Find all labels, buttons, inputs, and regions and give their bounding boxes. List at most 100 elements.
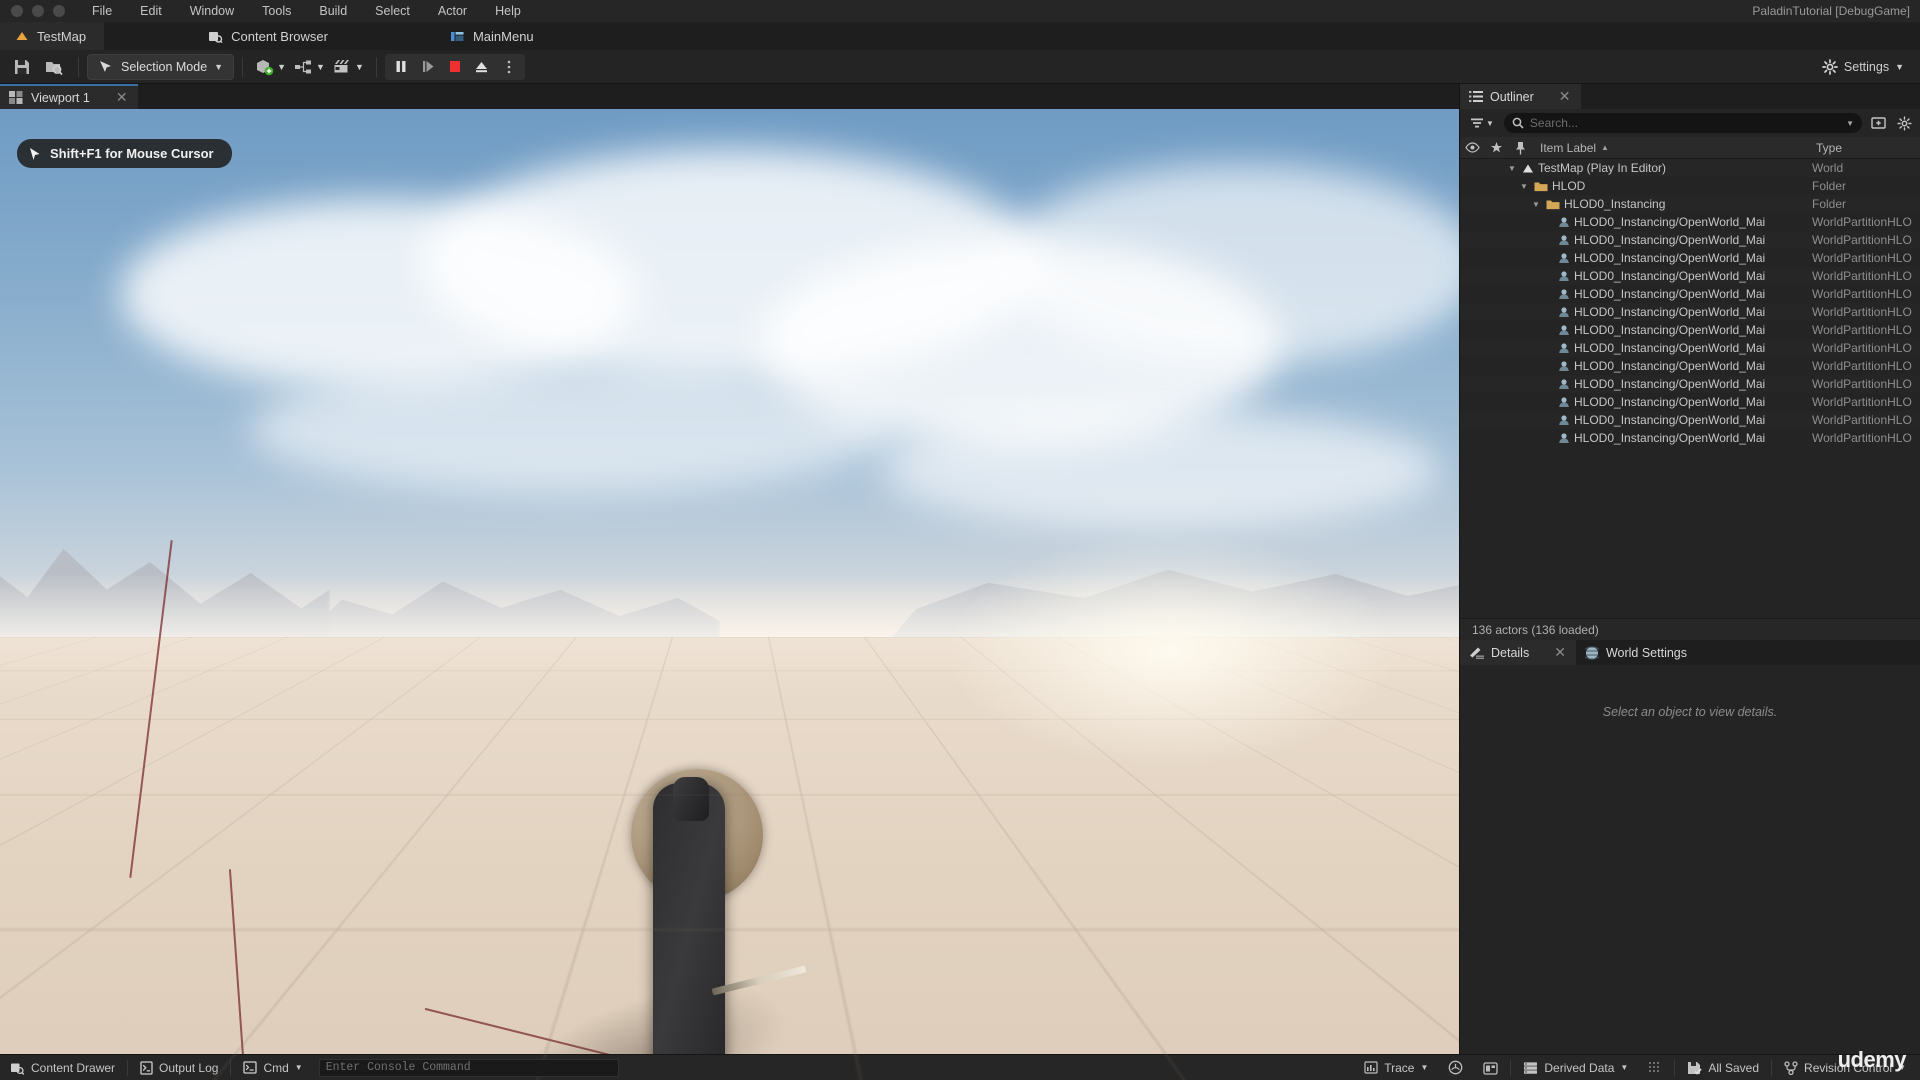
- expand-arrow-icon[interactable]: ▼: [1532, 200, 1542, 209]
- chevron-down-icon: ▼: [316, 61, 325, 72]
- more-play-options-button[interactable]: [496, 55, 522, 79]
- cinematics-button[interactable]: ▼: [329, 53, 368, 81]
- chevron-down-icon: ▼: [294, 1063, 303, 1072]
- outliner-row[interactable]: ▼ HLOD Folder: [1460, 177, 1920, 195]
- outliner-row[interactable]: HLOD0_Instancing/OpenWorld_Mai WorldParti…: [1460, 267, 1920, 285]
- tab-outliner[interactable]: Outliner ✕: [1460, 84, 1581, 109]
- cmd-button[interactable]: Cmd ▼: [233, 1057, 312, 1079]
- menu-item-build[interactable]: Build: [305, 0, 361, 22]
- outliner-row-type: WorldPartitionHLO: [1812, 269, 1912, 283]
- browse-button[interactable]: [38, 53, 70, 81]
- window-tab-testmap[interactable]: TestMap: [0, 22, 105, 50]
- search-input[interactable]: [1529, 116, 1841, 130]
- item-label-column[interactable]: Item Label ▲: [1532, 137, 1810, 158]
- outliner-search-box[interactable]: ▼: [1503, 113, 1862, 133]
- cmd-label: Cmd: [263, 1060, 289, 1075]
- outliner-settings-button[interactable]: [1894, 113, 1914, 133]
- tab-world-settings[interactable]: World Settings: [1576, 640, 1697, 665]
- main-area: Viewport 1 ✕ Shift+F1 for Mouse Cursor O…: [0, 84, 1920, 1080]
- level-viewport[interactable]: Shift+F1 for Mouse Cursor: [0, 109, 1459, 1080]
- favorite-column-icon[interactable]: [1484, 137, 1508, 158]
- pause-button[interactable]: [388, 55, 414, 79]
- outliner-row[interactable]: HLOD0_Instancing/OpenWorld_Mai WorldParti…: [1460, 375, 1920, 393]
- menu-item-tools[interactable]: Tools: [248, 0, 305, 22]
- window-controls[interactable]: [0, 5, 78, 17]
- outliner-row[interactable]: HLOD0_Instancing/OpenWorld_Mai WorldParti…: [1460, 393, 1920, 411]
- menu-item-help[interactable]: Help: [481, 0, 535, 22]
- outliner-row[interactable]: HLOD0_Instancing/OpenWorld_Mai WorldParti…: [1460, 303, 1920, 321]
- tab-viewport-1[interactable]: Viewport 1 ✕: [0, 84, 138, 109]
- selection-mode-button[interactable]: Selection Mode ▼: [87, 53, 235, 80]
- gear-icon: [1822, 58, 1838, 75]
- window-tab-content-browser[interactable]: Content Browser: [194, 22, 346, 50]
- revision-control-icon: [1784, 1060, 1798, 1075]
- outliner-row-type: Folder: [1812, 179, 1847, 193]
- maximize-window-icon[interactable]: [53, 5, 65, 17]
- visibility-column-icon[interactable]: [1460, 137, 1484, 158]
- outliner-row[interactable]: HLOD0_Instancing/OpenWorld_Mai WorldParti…: [1460, 339, 1920, 357]
- output-log-button[interactable]: Output Log: [130, 1057, 228, 1079]
- eject-button[interactable]: [469, 55, 495, 79]
- actor-icon: [1558, 270, 1570, 282]
- performance-button[interactable]: [1438, 1057, 1473, 1079]
- close-window-icon[interactable]: [11, 5, 23, 17]
- grid-indicator[interactable]: [1638, 1057, 1672, 1079]
- menu-item-actor[interactable]: Actor: [424, 0, 481, 22]
- viewport-tab-row: Viewport 1 ✕: [0, 84, 1459, 109]
- player-character: [481, 759, 809, 1080]
- chevron-down-icon: ▼: [1895, 61, 1904, 72]
- add-actor-button[interactable]: ▼: [251, 53, 290, 81]
- tab-details[interactable]: Details ✕: [1460, 640, 1576, 665]
- trace-button[interactable]: Trace ▼: [1354, 1057, 1438, 1079]
- outliner-row[interactable]: HLOD0_Instancing/OpenWorld_Mai WorldParti…: [1460, 429, 1920, 447]
- menu-item-file[interactable]: File: [78, 0, 126, 22]
- outliner-row-label: HLOD0_Instancing/OpenWorld_Mai: [1574, 341, 1766, 355]
- type-column[interactable]: Type: [1810, 137, 1920, 158]
- chevron-down-icon: ▼: [1420, 1063, 1429, 1072]
- outliner-row-label: HLOD0_Instancing/OpenWorld_Mai: [1574, 287, 1766, 301]
- window-tab-label: MainMenu: [472, 28, 534, 44]
- outliner-row[interactable]: ▼ HLOD0_Instancing Folder: [1460, 195, 1920, 213]
- filter-button[interactable]: ▼: [1466, 112, 1498, 134]
- outliner-row[interactable]: HLOD0_Instancing/OpenWorld_Mai WorldParti…: [1460, 285, 1920, 303]
- outliner-row-type: World: [1812, 161, 1844, 175]
- derived-data-button[interactable]: Derived Data ▼: [1513, 1057, 1638, 1079]
- stop-button[interactable]: [442, 55, 468, 79]
- outliner-row-label: HLOD0_Instancing/OpenWorld_Mai: [1574, 395, 1766, 409]
- screenshot-button[interactable]: [1473, 1057, 1508, 1079]
- blueprints-button[interactable]: ▼: [290, 53, 329, 81]
- menu-item-select[interactable]: Select: [361, 0, 424, 22]
- menu-item-edit[interactable]: Edit: [126, 0, 176, 22]
- minimize-window-icon[interactable]: [32, 5, 44, 17]
- cinematics-icon: [333, 58, 353, 75]
- close-icon[interactable]: ✕: [116, 89, 128, 106]
- type-column-title: Type: [1816, 140, 1843, 155]
- outliner-row[interactable]: HLOD0_Instancing/OpenWorld_Mai WorldParti…: [1460, 321, 1920, 339]
- expand-arrow-icon[interactable]: ▼: [1508, 164, 1518, 173]
- chevron-down-icon[interactable]: ▼: [1846, 119, 1854, 128]
- outliner-row[interactable]: HLOD0_Instancing/OpenWorld_Mai WorldParti…: [1460, 231, 1920, 249]
- settings-button[interactable]: Settings ▼: [1814, 53, 1912, 81]
- outliner-row[interactable]: HLOD0_Instancing/OpenWorld_Mai WorldParti…: [1460, 411, 1920, 429]
- outliner-tree[interactable]: ▼ TestMap (Play In Editor) World ▼ HLOD Folde…: [1460, 159, 1920, 618]
- window-tab-mainmenu[interactable]: MainMenu: [436, 22, 552, 50]
- outliner-row[interactable]: HLOD0_Instancing/OpenWorld_Mai WorldParti…: [1460, 249, 1920, 267]
- content-drawer-button[interactable]: Content Drawer: [0, 1057, 125, 1079]
- all-saved-button[interactable]: All Saved: [1677, 1057, 1769, 1079]
- console-input-field[interactable]: [325, 1061, 612, 1074]
- chevron-down-icon: ▼: [1620, 1063, 1629, 1072]
- outliner-icon: [1469, 90, 1483, 103]
- pin-column-icon[interactable]: [1508, 137, 1532, 158]
- outliner-row[interactable]: HLOD0_Instancing/OpenWorld_Mai WorldParti…: [1460, 357, 1920, 375]
- close-icon[interactable]: ✕: [1559, 88, 1571, 105]
- create-folder-button[interactable]: [1868, 113, 1888, 133]
- frame-step-button[interactable]: [415, 55, 441, 79]
- console-command-input[interactable]: [318, 1058, 619, 1077]
- menu-item-window[interactable]: Window: [176, 0, 248, 22]
- outliner-row[interactable]: ▼ TestMap (Play In Editor) World: [1460, 159, 1920, 177]
- expand-arrow-icon[interactable]: ▼: [1520, 182, 1530, 191]
- outliner-row[interactable]: HLOD0_Instancing/OpenWorld_Mai WorldParti…: [1460, 213, 1920, 231]
- world-settings-icon: [1584, 646, 1599, 660]
- close-icon[interactable]: ✕: [1554, 644, 1566, 661]
- save-button[interactable]: [6, 53, 38, 81]
